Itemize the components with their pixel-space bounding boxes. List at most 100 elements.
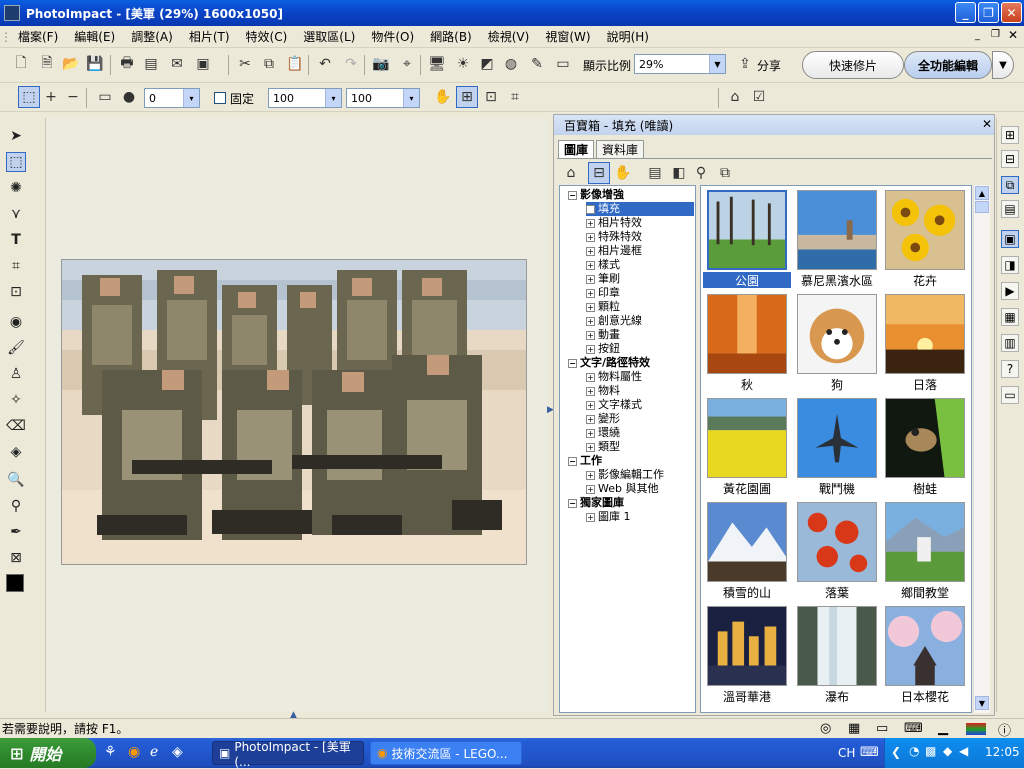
capture-icon[interactable]: ⌖ xyxy=(396,53,418,75)
expand-icon[interactable]: + xyxy=(586,386,595,396)
layer-manager-icon[interactable]: ⊞ xyxy=(1001,126,1019,144)
histogram-icon[interactable]: ▥ xyxy=(1001,334,1019,352)
full-edit-button[interactable]: 全功能編輯 xyxy=(904,51,992,79)
magic-wand-icon[interactable]: ✺ xyxy=(6,178,26,198)
antivirus-icon[interactable]: ▩ xyxy=(925,744,936,758)
save-icon[interactable]: 💾 xyxy=(84,53,106,75)
tree-node[interactable]: + 筆刷 xyxy=(586,272,620,286)
gallery-item-fighter[interactable]: 戰鬥機 xyxy=(793,394,881,498)
restore-button[interactable]: ❐ xyxy=(978,2,999,23)
tree-node[interactable]: + 創意光線 xyxy=(586,314,642,328)
expand-icon[interactable]: + xyxy=(586,512,595,522)
new-from-icon[interactable]: 🗎 xyxy=(36,53,58,75)
width-field[interactable]: 100 ▾ xyxy=(268,88,342,108)
gallery-item-vancouver[interactable]: 溫哥華港 xyxy=(703,602,791,706)
brightness-icon[interactable]: ☀ xyxy=(452,53,474,75)
menu-file[interactable]: 檔案(F) xyxy=(10,28,66,45)
expand-icon[interactable]: + xyxy=(586,428,595,438)
minimize-button[interactable]: _ xyxy=(955,2,976,23)
tree-node[interactable]: + 變形 xyxy=(586,412,620,426)
scroll-up-icon[interactable]: ▲ xyxy=(975,186,989,200)
menu-photo[interactable]: 相片(T) xyxy=(181,28,238,45)
messenger-icon[interactable]: ⚘ xyxy=(104,744,117,760)
paint-icon[interactable]: ✎ xyxy=(526,53,548,75)
search-icon[interactable]: ⚲ xyxy=(690,162,712,184)
info-panel-icon[interactable]: ▦ xyxy=(1001,308,1019,326)
expand-icon[interactable]: + xyxy=(586,232,595,242)
transform-tool-icon[interactable]: ⊠ xyxy=(6,548,26,568)
zoom-combo[interactable]: 29% ▼ xyxy=(634,54,726,74)
apply-icon[interactable]: ☑ xyxy=(748,86,770,108)
expand-icon[interactable]: + xyxy=(586,414,595,424)
grid-status-icon[interactable]: ▦ xyxy=(848,721,860,736)
eraser-icon[interactable]: ⌫ xyxy=(6,416,26,436)
menu-edit[interactable]: 編輯(E) xyxy=(66,28,123,45)
tree-node[interactable]: + Web 與其他 xyxy=(586,482,658,496)
scroll-thumb[interactable] xyxy=(975,201,989,213)
task-photoimpact[interactable]: ▣ PhotoImpact - [美軍 (... xyxy=(212,740,364,769)
menu-help[interactable]: 說明(H) xyxy=(599,28,657,45)
start-button[interactable]: ⊞ 開始 xyxy=(0,738,96,768)
expand-icon[interactable]: + xyxy=(586,302,595,312)
share-label[interactable]: 分享 xyxy=(757,57,781,74)
modify-icon[interactable]: ◧ xyxy=(668,162,690,184)
gallery-item-japan-cherry[interactable]: 日本櫻花 xyxy=(881,602,969,706)
retouch-icon[interactable]: ✧ xyxy=(6,390,26,410)
menu-window[interactable]: 視窗(W) xyxy=(537,28,598,45)
expand-icon[interactable]: + xyxy=(586,372,595,382)
expand-icon[interactable]: + xyxy=(586,330,595,340)
title-bar[interactable]: PhotoImpact - [美軍 (29%) 1600x1050] _ ❐ ✕ xyxy=(0,0,1024,26)
copy-gallery-icon[interactable]: ⧉ xyxy=(714,162,736,184)
tree-node[interactable]: + 印章 xyxy=(586,286,620,300)
properties-icon[interactable]: ▤ xyxy=(644,162,666,184)
expand-icon[interactable]: + xyxy=(586,344,595,354)
layer-icon[interactable]: ▭ xyxy=(552,53,574,75)
menu-view[interactable]: 檢視(V) xyxy=(480,28,538,45)
volume-icon[interactable]: ◀ xyxy=(959,744,968,758)
network-icon[interactable]: ◔ xyxy=(909,744,919,758)
task-browser[interactable]: ◉ 技術交流區 - LEGO... xyxy=(370,741,522,765)
panel-window-icon[interactable]: ▣ xyxy=(1001,230,1019,248)
monitor-icon[interactable]: 🖥 xyxy=(426,53,448,75)
tree-node[interactable]: + 動畫 xyxy=(586,328,620,342)
camera-icon[interactable]: 📷 xyxy=(370,53,392,75)
gallery-item-country-church[interactable]: 鄉間教堂 xyxy=(881,498,969,602)
ruler-status-icon[interactable]: ▁ xyxy=(938,721,948,736)
frame-status-icon[interactable]: ▭ xyxy=(876,721,888,736)
color-panel-icon[interactable]: ◨ xyxy=(1001,256,1019,274)
tree-node[interactable]: − 影像增強 xyxy=(568,188,624,202)
gallery-item-dog[interactable]: 狗 xyxy=(793,290,881,394)
keyboard-status-icon[interactable]: ⌨ xyxy=(904,721,923,736)
shield-icon[interactable]: ◆ xyxy=(943,744,952,758)
tab-library[interactable]: 資料庫 xyxy=(596,140,645,158)
history-icon[interactable]: ⊟ xyxy=(1001,150,1019,168)
lasso-icon[interactable]: ⋎ xyxy=(6,204,26,224)
language-indicator[interactable]: CH xyxy=(838,746,855,760)
doc-restore-icon[interactable]: ❐ xyxy=(991,29,1000,40)
play-icon[interactable]: ▶ xyxy=(1001,282,1019,300)
expand-icon[interactable]: + xyxy=(586,260,595,270)
expand-icon[interactable]: + xyxy=(586,274,595,284)
expand-icon[interactable]: + xyxy=(586,246,595,256)
eye-icon[interactable]: ◉ xyxy=(6,312,26,332)
tree-node[interactable]: + 物料 xyxy=(586,384,620,398)
gallery-item-waterfall[interactable]: 瀑布 xyxy=(793,602,881,706)
tree-view-icon[interactable]: ⊟ xyxy=(588,162,610,184)
firefox-icon[interactable]: ◉ xyxy=(128,744,140,760)
fixed-checkbox[interactable] xyxy=(214,92,226,104)
gallery-scrollbar[interactable]: ▲ ▼ xyxy=(973,185,990,713)
gallery-item-autumn[interactable]: 秋 xyxy=(703,290,791,394)
tree-node[interactable]: + 相片特效 xyxy=(586,216,642,230)
menu-web[interactable]: 網路(B) xyxy=(422,28,480,45)
scan-icon[interactable]: ▣ xyxy=(192,53,214,75)
gallery-item-sunset[interactable]: 日落 xyxy=(881,290,969,394)
home-icon[interactable]: ⌂ xyxy=(560,162,582,184)
spinner-icon[interactable]: ▾ xyxy=(325,89,341,107)
doc-close-icon[interactable]: ✕ xyxy=(1008,28,1018,42)
color-mode-icon[interactable] xyxy=(966,723,986,735)
tree-node[interactable]: + 類型 xyxy=(586,440,620,454)
crop-icon[interactable]: ⌗ xyxy=(504,86,526,108)
expand-icon[interactable]: + xyxy=(586,218,595,228)
share-icon[interactable]: ⇪ xyxy=(734,53,756,75)
open-icon[interactable]: 📂 xyxy=(60,53,82,75)
